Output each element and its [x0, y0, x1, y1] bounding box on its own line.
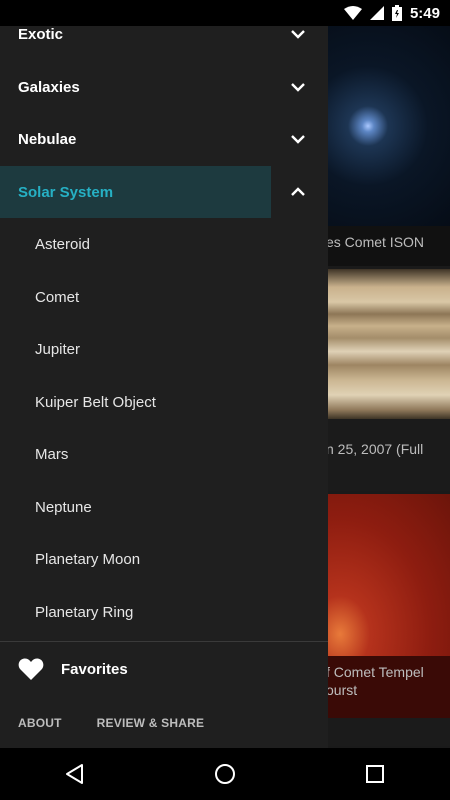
category-exotic[interactable]: Exotic: [0, 26, 328, 60]
back-icon: [66, 764, 83, 784]
system-nav-bar: [0, 748, 450, 800]
drawer-footer: ABOUT REVIEW & SHARE: [0, 708, 328, 738]
subcategory-item[interactable]: Planetary Moon: [0, 533, 328, 585]
home-button[interactable]: [195, 748, 255, 800]
home-icon: [215, 764, 235, 784]
status-bar: 5:49: [0, 0, 450, 26]
signal-icon: [369, 6, 384, 20]
category-solar-system[interactable]: Solar System: [0, 166, 305, 218]
chevron-down-icon: [291, 135, 305, 144]
subcategory-item[interactable]: Planetary Ring: [0, 586, 328, 638]
chevron-down-icon: [291, 83, 305, 92]
category-label: Exotic: [18, 26, 64, 43]
category-label: Solar System: [18, 183, 114, 201]
recents-button[interactable]: [345, 748, 405, 800]
subcategory-label: Neptune: [35, 498, 92, 516]
back-button[interactable]: [45, 748, 105, 800]
chevron-down-icon: [291, 30, 305, 39]
subcategory-label: Comet: [35, 288, 80, 306]
battery-icon: [391, 5, 402, 21]
category-label: Galaxies: [18, 78, 80, 96]
card-caption: f Comet Tempel: [326, 664, 424, 680]
subcategory-item[interactable]: Jupiter: [0, 323, 328, 375]
category-label: Nebulae: [18, 130, 77, 148]
navigation-drawer: Exotic Galaxies Nebulae Solar System Ast…: [0, 26, 328, 748]
heart-icon: [18, 658, 44, 680]
subcategory-item[interactable]: Asteroid: [0, 218, 328, 270]
subcategory-label: Jupiter: [35, 340, 81, 358]
favorites-item[interactable]: Favorites: [0, 642, 328, 696]
wifi-icon: [343, 6, 362, 20]
card-caption: ourst: [326, 682, 358, 698]
favorites-label: Favorites: [61, 660, 128, 678]
subcategory-label: Mars: [35, 445, 69, 463]
subcategory-item[interactable]: Comet: [0, 271, 328, 323]
subcategory-label: Planetary Moon: [35, 550, 141, 568]
review-share-link[interactable]: REVIEW & SHARE: [97, 716, 204, 730]
subcategory-item[interactable]: Kuiper Belt Object: [0, 376, 328, 428]
recents-icon: [366, 765, 384, 783]
chevron-up-icon: [291, 187, 305, 196]
card-caption: n 25, 2007 (Full: [326, 441, 424, 457]
card-caption: es Comet ISON: [326, 234, 425, 250]
subcategory-label: Asteroid: [35, 235, 91, 253]
category-nebulae[interactable]: Nebulae: [0, 113, 328, 165]
about-link[interactable]: ABOUT: [18, 716, 62, 730]
subcategory-label: Planetary Ring: [35, 603, 134, 621]
subcategory-item[interactable]: Mars: [0, 428, 328, 480]
subcategory-item[interactable]: Neptune: [0, 481, 328, 533]
subcategory-label: Kuiper Belt Object: [35, 393, 156, 411]
status-time: 5:49: [409, 4, 440, 22]
category-galaxies[interactable]: Galaxies: [0, 61, 328, 113]
